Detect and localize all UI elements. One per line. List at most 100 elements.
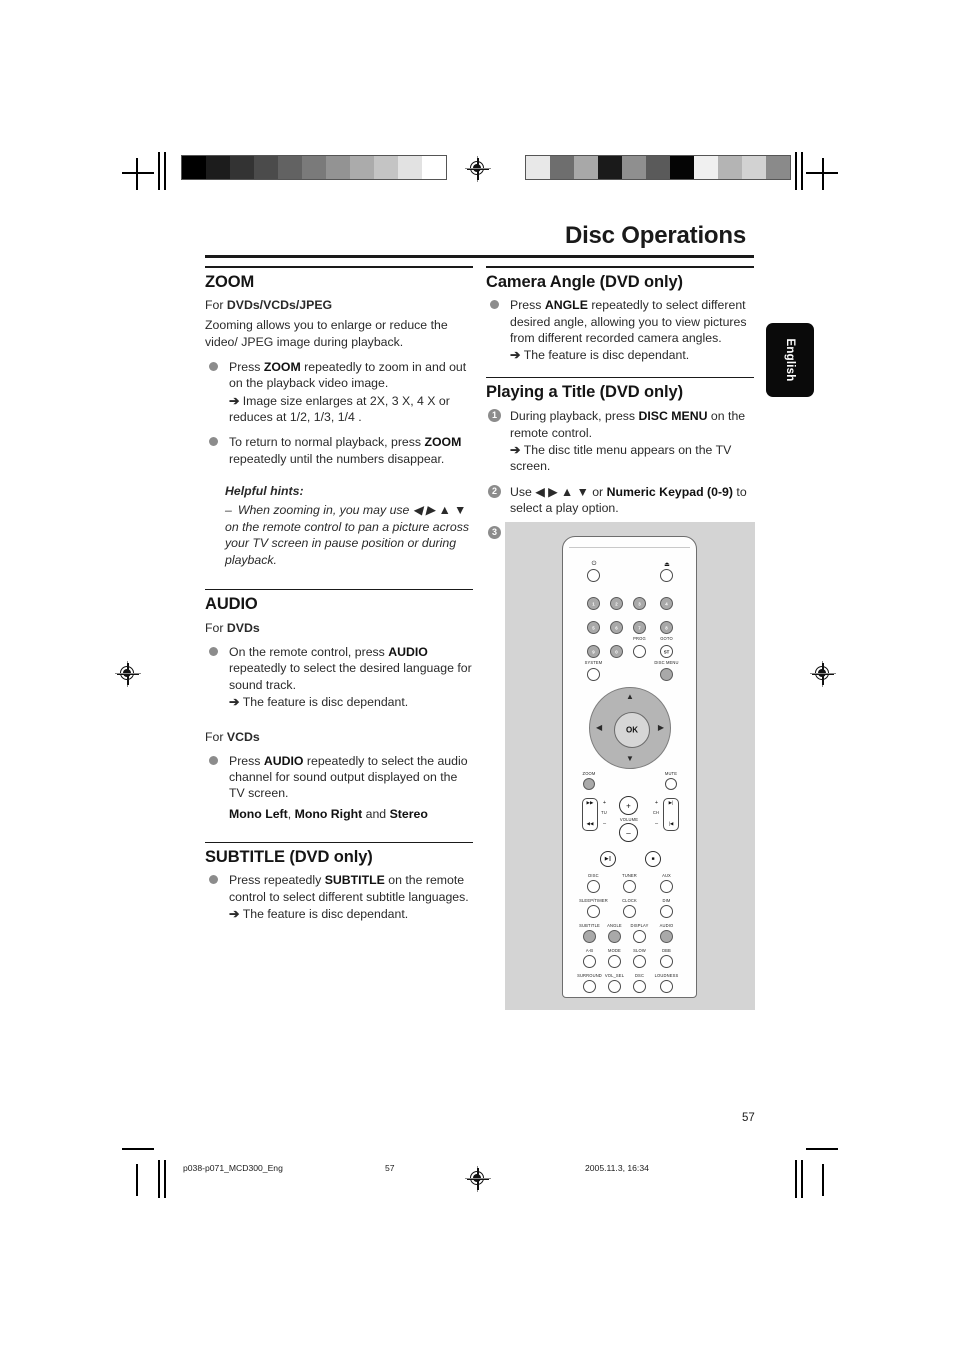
vol-sel-button[interactable] — [607, 980, 621, 993]
crop-mark-br2-v — [795, 1160, 797, 1198]
clock-button[interactable] — [622, 905, 636, 918]
crop-mark-br-h — [806, 1148, 838, 1150]
audio-dvd-prefix: For — [205, 621, 227, 636]
system-button[interactable] — [587, 668, 600, 681]
step-2-bold: Numeric Keypad (0-9) — [606, 484, 733, 499]
surround-button[interactable] — [582, 980, 596, 993]
camera-angle-bold: ANGLE — [544, 298, 588, 313]
nav-down-arrow-icon[interactable]: ▼ — [590, 755, 670, 763]
keypad-button-8[interactable]: 8 — [660, 621, 673, 634]
loudness-label: LOUDNESS — [654, 973, 679, 978]
footer-date: 2005.11.3, 16:34 — [585, 1163, 649, 1173]
eject-icon: ⏏ — [664, 562, 670, 568]
gray-swatch-1 — [550, 156, 574, 179]
crop-mark-br-v — [822, 1164, 824, 1196]
zoom-helpful-hints: Helpful hints: – When zooming in, you may… — [205, 483, 473, 569]
keypad-button-7[interactable]: 7 — [633, 621, 646, 634]
volume-down-button[interactable]: – — [619, 823, 638, 842]
display-button[interactable] — [632, 930, 646, 943]
stereo-label: Stereo — [389, 806, 428, 821]
dim-button[interactable] — [659, 905, 673, 918]
zoom-bullet-1: Press ZOOM repeatedly to zoom in and out… — [205, 359, 473, 425]
keypad-button-5[interactable]: 5 — [587, 621, 600, 634]
angle-button[interactable] — [607, 930, 621, 943]
eject-button[interactable] — [660, 569, 673, 582]
sleep-timer-button[interactable] — [586, 905, 600, 918]
power-button[interactable] — [587, 569, 600, 582]
keypad-button-0[interactable]: 0 — [610, 645, 623, 658]
nav-right-arrow-icon[interactable]: ▶ — [658, 724, 664, 732]
tuner-button[interactable] — [622, 880, 636, 893]
keypad-button-6[interactable]: 6 — [610, 621, 623, 634]
audio-dvd-bullet-bold: AUDIO — [388, 645, 428, 660]
crop-mark-tr3-v — [801, 152, 803, 190]
clock-label: CLOCK — [622, 898, 637, 903]
subtitle-button[interactable] — [582, 930, 596, 943]
arrow-icon: ➔ — [229, 906, 243, 921]
crop-mark-bl-h — [122, 1148, 154, 1150]
audio-vcd-prefix: For — [205, 729, 227, 744]
crop-mark-bl2-v — [158, 1160, 160, 1198]
keypad-label-3: 3 — [638, 601, 641, 606]
crop-mark-br3-v — [801, 1160, 803, 1198]
zoom-section-rule — [205, 266, 473, 268]
volume-up-icon: + — [626, 801, 631, 810]
next-track-icon: ▶| — [668, 800, 674, 805]
remote-top-seam — [569, 547, 690, 548]
navigation-pad[interactable]: OK ▲ ▼ ◀ ▶ — [589, 687, 671, 769]
keypad-label-8: 8 — [665, 625, 668, 630]
tu-minus-label: – — [602, 821, 607, 827]
keypad-button-4[interactable]: 4 — [660, 597, 673, 610]
bullet-icon — [209, 362, 218, 372]
disc-button[interactable] — [586, 880, 600, 893]
gray-swatch-9 — [398, 156, 422, 179]
a-b-button[interactable] — [582, 955, 596, 968]
fast-forward-icon: ▶▶ — [586, 800, 594, 805]
registration-mark-right — [810, 661, 836, 687]
st-button[interactable]: ST — [660, 645, 673, 658]
camera-angle-pre: Press — [510, 298, 545, 313]
mute-button[interactable] — [665, 778, 677, 790]
mode-button[interactable] — [607, 955, 621, 968]
gray-swatch-8 — [374, 156, 398, 179]
disc-menu-button[interactable] — [660, 668, 673, 681]
nav-up-arrow-icon[interactable]: ▲ — [590, 693, 670, 701]
zoom-subheading-bold: DVDs/VCDs/JPEG — [226, 298, 333, 313]
audio-button[interactable] — [659, 930, 673, 943]
subtitle-heading: SUBTITLE (DVD only) — [205, 848, 373, 867]
camera-angle-arrow-text: The feature is disc dependant. — [523, 348, 690, 363]
gray-swatch-3 — [598, 156, 622, 179]
slow-button[interactable] — [632, 955, 646, 968]
registration-mark-left — [115, 661, 141, 687]
subtitle-bullet: Press repeatedly SUBTITLE on the remote … — [205, 872, 473, 922]
ok-button[interactable]: OK — [614, 712, 650, 748]
crop-mark-tr2-v — [795, 152, 797, 190]
keypad-label-2: 2 — [615, 601, 618, 606]
stop-icon: ■ — [651, 856, 655, 862]
dbb-button[interactable] — [659, 955, 673, 968]
prog-button[interactable] — [633, 645, 646, 658]
volume-up-button[interactable]: + — [619, 796, 638, 815]
grayscale-strip-right — [525, 155, 791, 180]
play-pause-button[interactable]: ▶|| — [600, 851, 616, 867]
playing-title-step-1: 1 During playback, press DISC MENU on th… — [486, 408, 754, 474]
aux-button[interactable] — [659, 880, 673, 893]
keypad-button-1[interactable]: 1 — [587, 597, 600, 610]
nav-left-arrow-icon[interactable]: ◀ — [596, 724, 602, 732]
crop-mark-tl-h — [122, 172, 154, 174]
subtitle-section-rule — [205, 841, 473, 844]
gray-swatch-6 — [326, 156, 350, 179]
prog-label: PROG — [633, 636, 646, 641]
zoom-button[interactable] — [583, 778, 595, 790]
keypad-button-9[interactable]: 9 — [587, 645, 600, 658]
stop-button[interactable]: ■ — [645, 851, 661, 867]
disc-menu-label: DISC MENU — [654, 660, 679, 665]
keypad-button-3[interactable]: 3 — [633, 597, 646, 610]
crop-mark-tl3-v — [164, 152, 166, 190]
audio-vcd-bold: VCDs — [226, 729, 260, 744]
keypad-button-2[interactable]: 2 — [610, 597, 623, 610]
title-divider — [205, 255, 754, 258]
dsc-button[interactable] — [632, 980, 646, 993]
loudness-button[interactable] — [659, 980, 673, 993]
gray-swatch-1 — [206, 156, 230, 179]
